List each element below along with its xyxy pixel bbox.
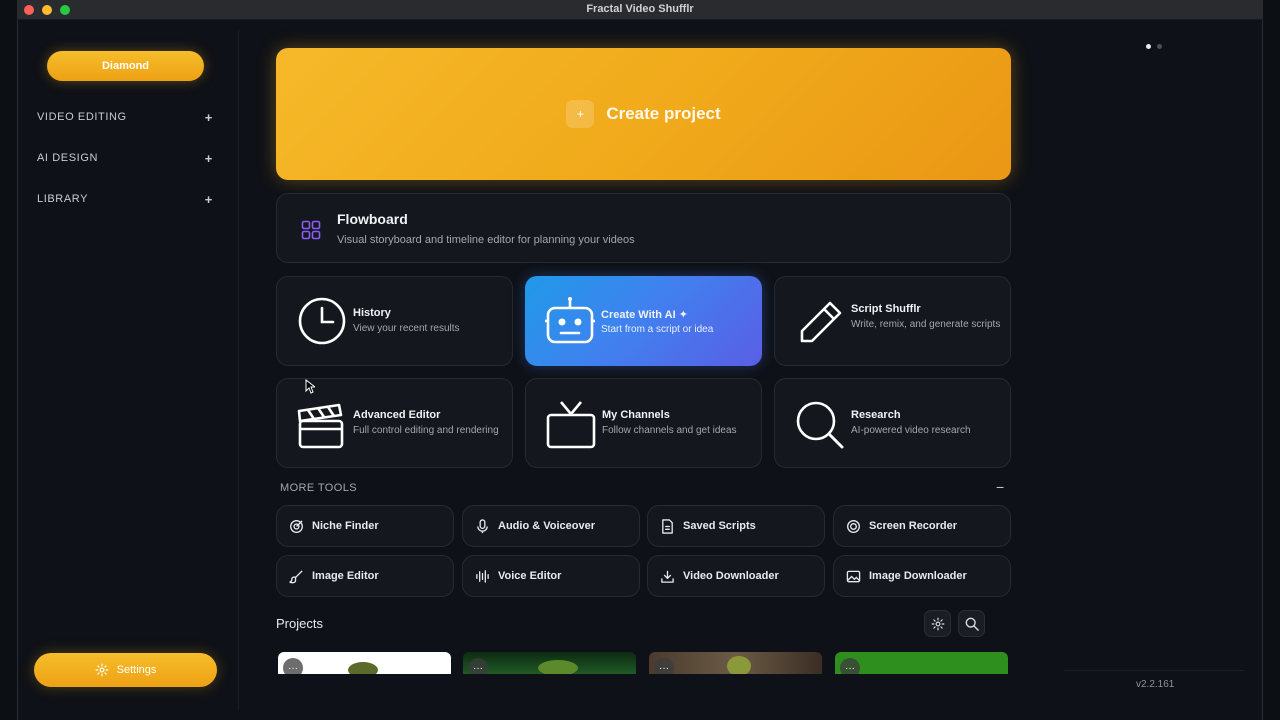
card-subtitle: Full control editing and rendering	[353, 425, 499, 436]
mouse-cursor-icon	[305, 379, 315, 394]
page-dot[interactable]	[1157, 44, 1162, 49]
sidebar-item-label: LIBRARY	[37, 193, 89, 205]
flowboard-title: Flowboard	[337, 211, 408, 227]
card-subtitle: AI-powered video research	[851, 425, 971, 436]
page-dot-active[interactable]	[1146, 44, 1151, 49]
card-title: Research	[851, 409, 901, 421]
window-title: Fractal Video Shufflr	[586, 3, 694, 15]
grid-icon	[301, 220, 321, 240]
sidebar-item-label: VIDEO EDITING	[37, 111, 127, 123]
projects-search-button[interactable]	[958, 610, 985, 637]
tool-label: Voice Editor	[498, 570, 562, 582]
sidebar: Diamond VIDEO EDITING + AI DESIGN + LIBR…	[17, 38, 218, 698]
more-options-icon[interactable]: ···	[468, 658, 488, 674]
card-subtitle: Write, remix, and generate scripts	[851, 319, 1001, 330]
sidebar-item-library[interactable]: LIBRARY +	[37, 189, 213, 209]
expand-icon[interactable]: +	[205, 151, 213, 166]
project-thumbnail[interactable]: ···	[649, 652, 822, 674]
microphone-icon	[477, 518, 488, 533]
plus-icon: +	[566, 100, 595, 128]
expand-icon[interactable]: +	[205, 110, 213, 125]
page-indicator	[1146, 44, 1162, 49]
tool-video-downloader[interactable]: Video Downloader	[647, 555, 825, 597]
script-shufflr-card[interactable]: Script Shufflr Write, remix, and generat…	[774, 276, 1011, 366]
tool-label: Niche Finder	[312, 520, 379, 532]
robot-icon	[545, 297, 595, 344]
document-icon	[662, 518, 673, 534]
card-title: Advanced Editor	[353, 409, 441, 421]
sidebar-item-label: AI DESIGN	[37, 152, 99, 164]
title-bar: Fractal Video Shufflr	[17, 0, 1263, 20]
projects-heading: Projects	[276, 616, 323, 631]
research-card[interactable]: Research AI-powered video research	[774, 378, 1011, 468]
tool-image-editor[interactable]: Image Editor	[276, 555, 454, 597]
record-icon	[847, 519, 860, 533]
settings-button[interactable]: Settings	[34, 653, 217, 687]
tv-icon	[546, 401, 596, 449]
target-icon	[290, 519, 303, 533]
more-tools-heading: MORE TOOLS	[280, 482, 357, 494]
waveform-icon	[476, 569, 489, 583]
tool-label: Screen Recorder	[869, 520, 958, 532]
search-icon	[965, 617, 979, 631]
tool-label: Image Downloader	[869, 570, 967, 582]
tool-image-downloader[interactable]: Image Downloader	[833, 555, 1011, 597]
create-project-label: Create project	[606, 104, 721, 123]
project-thumbnail[interactable]: ···	[835, 652, 1008, 674]
tool-audio-voiceover[interactable]: Audio & Voiceover	[462, 505, 640, 547]
plan-badge-button[interactable]: Diamond	[47, 51, 204, 81]
more-options-icon[interactable]: ···	[840, 658, 860, 674]
tool-label: Saved Scripts	[683, 520, 756, 532]
brush-icon	[289, 569, 303, 583]
create-project-button[interactable]: + Create project	[276, 48, 1011, 180]
settings-label: Settings	[116, 664, 157, 676]
gear-icon	[95, 663, 109, 677]
download-icon	[661, 570, 674, 583]
history-card[interactable]: History View your recent results	[276, 276, 513, 366]
card-subtitle: View your recent results	[353, 323, 460, 334]
card-subtitle: Start from a script or idea	[601, 324, 714, 335]
tool-saved-scripts[interactable]: Saved Scripts	[647, 505, 825, 547]
project-thumbnail[interactable]: ···	[463, 652, 636, 674]
sidebar-item-ai-design[interactable]: AI DESIGN +	[37, 148, 213, 168]
pencil-icon	[800, 301, 842, 343]
my-channels-card[interactable]: My Channels Follow channels and get idea…	[525, 378, 762, 468]
tool-niche-finder[interactable]: Niche Finder	[276, 505, 454, 547]
divider	[1064, 670, 1244, 671]
tool-label: Image Editor	[312, 570, 379, 582]
tool-label: Audio & Voiceover	[498, 520, 595, 532]
clock-icon	[298, 297, 346, 345]
card-title: Script Shufflr	[851, 303, 921, 315]
expand-icon[interactable]: +	[205, 192, 213, 207]
card-title: History	[353, 307, 391, 319]
flowboard-card[interactable]: Flowboard Visual storyboard and timeline…	[276, 193, 1011, 263]
create-with-ai-card[interactable]: Create With AI ✦ Start from a script or …	[525, 276, 762, 366]
version-label: v2.2.161	[1136, 679, 1175, 690]
gear-icon	[931, 617, 944, 630]
more-options-icon[interactable]: ···	[654, 658, 674, 674]
more-options-icon[interactable]: ···	[283, 658, 303, 674]
clapperboard-icon	[297, 403, 344, 449]
collapse-icon[interactable]: −	[996, 479, 1004, 495]
magnifier-icon	[796, 401, 844, 449]
card-title: Create With AI ✦	[601, 309, 688, 321]
projects-settings-button[interactable]	[924, 610, 951, 637]
sidebar-divider	[238, 30, 239, 710]
tool-voice-editor[interactable]: Voice Editor	[462, 555, 640, 597]
tool-label: Video Downloader	[683, 570, 779, 582]
image-icon	[846, 570, 861, 582]
sidebar-item-video-editing[interactable]: VIDEO EDITING +	[37, 107, 213, 127]
card-title: My Channels	[602, 409, 670, 421]
flowboard-subtitle: Visual storyboard and timeline editor fo…	[337, 234, 635, 246]
card-subtitle: Follow channels and get ideas	[602, 425, 737, 436]
project-thumbnail[interactable]: ···	[278, 652, 451, 674]
tool-screen-recorder[interactable]: Screen Recorder	[833, 505, 1011, 547]
